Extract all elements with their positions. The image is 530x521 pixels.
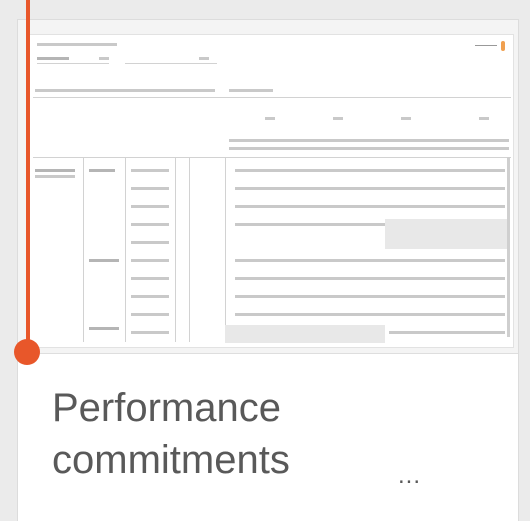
preview-text bbox=[131, 331, 169, 334]
preview-text bbox=[131, 205, 169, 208]
preview-text bbox=[89, 327, 119, 330]
more-options-button[interactable]: ... bbox=[398, 462, 438, 492]
preview-empty-block bbox=[225, 325, 385, 343]
preview-header bbox=[229, 89, 273, 92]
preview-text bbox=[131, 313, 169, 316]
export-icon bbox=[475, 45, 497, 54]
preview-text bbox=[229, 139, 509, 142]
selection-accent-dot bbox=[14, 339, 40, 365]
preview-text bbox=[479, 117, 489, 120]
preview-row bbox=[235, 259, 505, 262]
preview-line bbox=[189, 157, 190, 342]
preview-row bbox=[235, 295, 505, 298]
preview-text bbox=[99, 57, 109, 60]
preview-row bbox=[235, 223, 385, 226]
preview-row bbox=[235, 187, 505, 190]
preview-text bbox=[131, 295, 169, 298]
table-preview bbox=[28, 34, 514, 348]
sheet-thumbnail bbox=[18, 20, 518, 353]
preview-text bbox=[131, 241, 169, 244]
preview-row bbox=[235, 277, 505, 280]
card-divider bbox=[18, 353, 518, 354]
preview-line bbox=[125, 157, 126, 342]
preview-line bbox=[83, 157, 84, 342]
preview-line bbox=[33, 157, 511, 158]
preview-text bbox=[35, 175, 75, 178]
preview-text bbox=[131, 169, 169, 172]
preview-text bbox=[131, 277, 169, 280]
preview-text bbox=[401, 117, 411, 120]
preview-row bbox=[235, 169, 505, 172]
preview-row bbox=[235, 313, 505, 316]
export-dot-icon bbox=[501, 41, 505, 51]
preview-text bbox=[35, 169, 75, 172]
preview-text bbox=[37, 57, 69, 60]
preview-header bbox=[35, 89, 215, 92]
preview-text bbox=[37, 43, 117, 46]
preview-line bbox=[225, 157, 226, 342]
preview-text bbox=[199, 57, 209, 60]
preview-line bbox=[175, 157, 176, 342]
preview-text bbox=[131, 223, 169, 226]
preview-line bbox=[37, 63, 109, 64]
preview-line bbox=[33, 97, 511, 98]
preview-row bbox=[235, 205, 505, 208]
preview-text bbox=[265, 117, 275, 120]
preview-text bbox=[89, 169, 115, 172]
card-title[interactable]: Performance commitments bbox=[52, 382, 382, 486]
preview-row bbox=[389, 331, 505, 334]
preview-line bbox=[125, 63, 217, 64]
preview-text bbox=[131, 187, 169, 190]
selection-accent-line bbox=[26, 0, 30, 354]
preview-scrollbar bbox=[507, 157, 510, 337]
preview-text bbox=[229, 147, 509, 150]
preview-text bbox=[333, 117, 343, 120]
preview-text bbox=[89, 259, 119, 262]
preview-text bbox=[131, 259, 169, 262]
preview-empty-block bbox=[385, 219, 509, 249]
